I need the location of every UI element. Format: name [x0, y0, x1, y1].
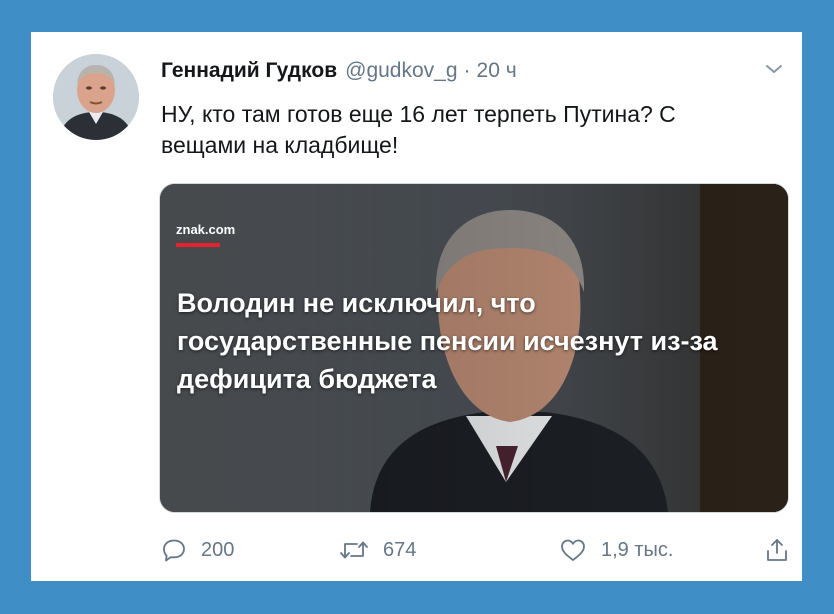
like-count: 1,9 тыс.	[601, 538, 674, 561]
author-handle[interactable]: @gudkov_g	[345, 59, 457, 82]
tweet-card: Геннадий Гудков @gudkov_g · 20 ч НУ, кто та…	[31, 32, 802, 581]
separator-dot: ·	[463, 59, 471, 82]
heart-icon	[561, 539, 585, 561]
retweet-button[interactable]: 674	[339, 534, 416, 566]
source-underline	[176, 243, 220, 247]
retweet-count: 674	[383, 538, 417, 561]
media-source: znak.com	[176, 222, 236, 237]
chevron-down-icon[interactable]	[764, 62, 784, 76]
tweet-actions: 200 674 1,9 тыс.	[161, 532, 791, 568]
share-icon	[767, 539, 787, 561]
media-headline: Володин не исключил, что государственные…	[177, 288, 718, 394]
tweet-header: Геннадий Гудков @gudkov_g · 20 ч	[161, 58, 517, 84]
reply-icon	[163, 539, 185, 562]
avatar-photo	[53, 54, 139, 140]
retweet-icon	[340, 541, 368, 559]
reply-button[interactable]: 200	[161, 534, 234, 566]
share-button[interactable]	[764, 534, 790, 566]
tweet-media[interactable]: znak.com Володин не исключил, что госуда…	[159, 183, 789, 513]
tweet-text: НУ, кто там готов еще 16 лет терпеть Пут…	[161, 101, 676, 158]
tweet-timestamp[interactable]: 20 ч	[477, 59, 517, 82]
like-button[interactable]: 1,9 тыс.	[559, 534, 673, 566]
avatar[interactable]	[53, 54, 139, 140]
author-name[interactable]: Геннадий Гудков	[161, 59, 337, 82]
reply-count: 200	[201, 538, 235, 561]
